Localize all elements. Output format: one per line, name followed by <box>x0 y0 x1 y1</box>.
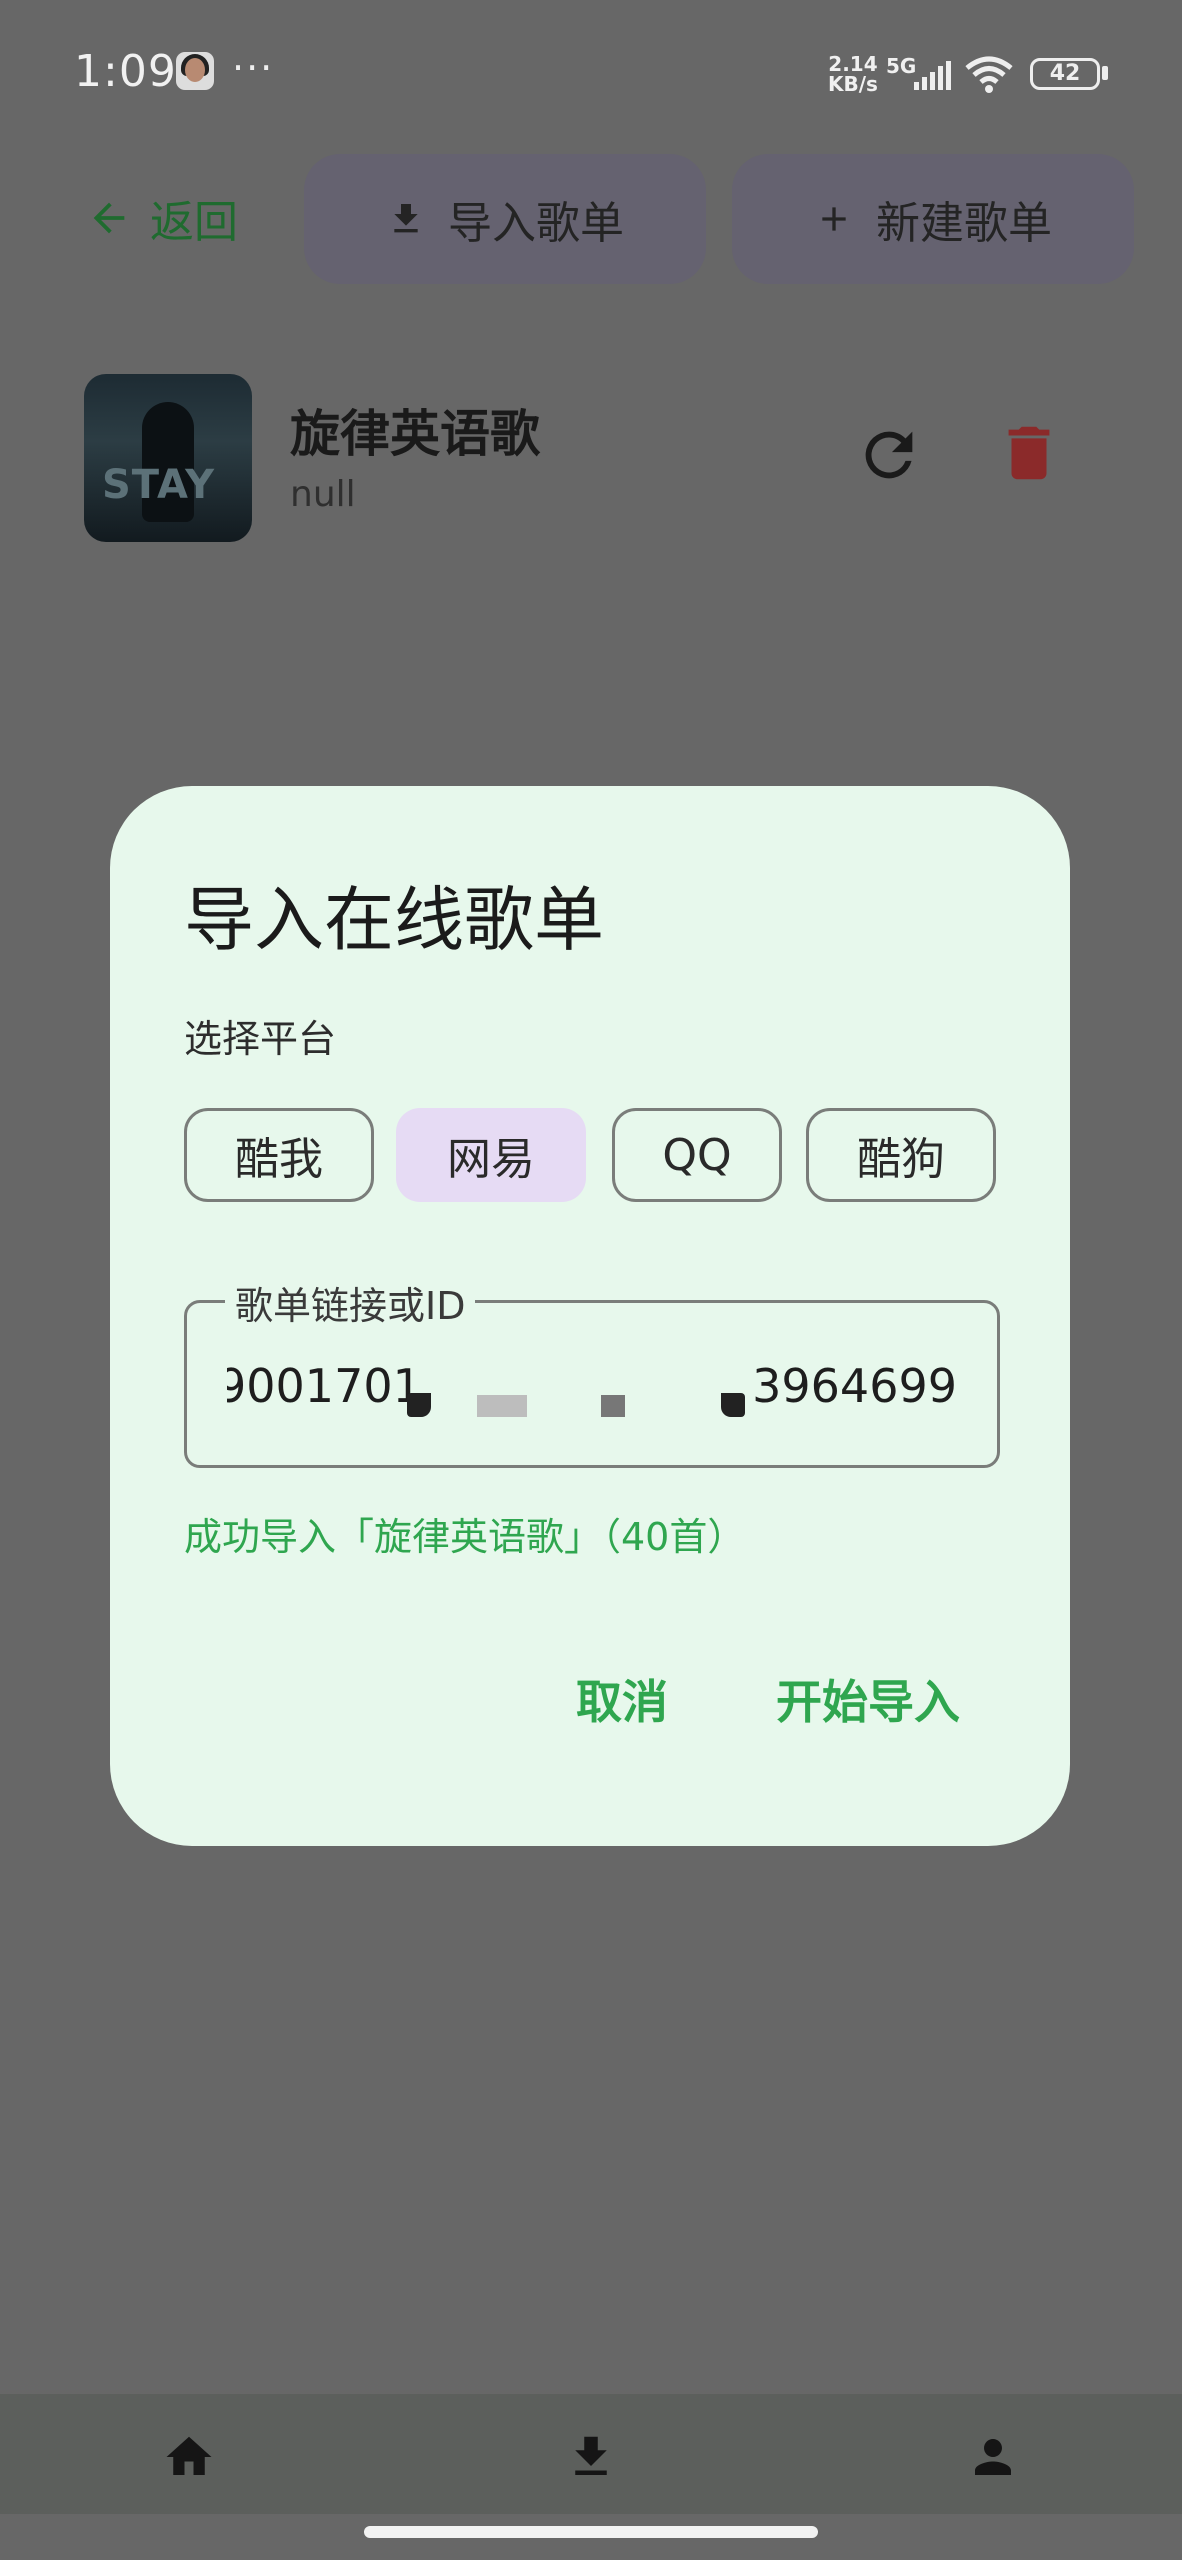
bottom-nav <box>0 2394 1182 2514</box>
redaction-mark <box>477 1395 527 1417</box>
delete-icon[interactable] <box>994 418 1064 488</box>
playlist-title: 旋律英语歌 <box>290 405 540 463</box>
home-icon[interactable] <box>162 2430 216 2484</box>
success-message: 成功导入「旋律英语歌」（40首） <box>184 1515 746 1559</box>
playlist-subtitle: null <box>290 474 356 515</box>
playlist-cover: STAY <box>84 374 252 542</box>
playlist-link-label: 歌单链接或ID <box>225 1275 476 1330</box>
status-time: 1:09 <box>74 46 177 97</box>
platform-chip-netease[interactable]: 网易 <box>396 1108 586 1202</box>
status-bar: 1:09 ··· 2.14 KB/s 5G 42 <box>0 0 1182 150</box>
home-indicator[interactable] <box>364 2526 818 2538</box>
redaction-mark <box>407 1393 431 1417</box>
back-label: 返回 <box>150 197 238 248</box>
signal-icon <box>914 61 951 90</box>
playlist-link-field[interactable]: 歌单链接或ID 9001701 3964699 <box>184 1275 1000 1468</box>
playlist-link-start: 9001701 <box>227 1359 422 1413</box>
redaction-mark <box>601 1395 625 1417</box>
platform-chip-kuwo[interactable]: 酷我 <box>184 1108 374 1202</box>
import-playlist-label: 导入歌单 <box>448 198 624 249</box>
import-playlist-button[interactable]: 导入歌单 <box>304 154 706 284</box>
redaction-mark <box>721 1393 745 1417</box>
download-icon[interactable] <box>564 2430 618 2484</box>
playlist-link-end: 3964699 <box>752 1359 957 1413</box>
battery-tip <box>1102 66 1108 80</box>
playlist-row[interactable]: STAY 旋律英语歌 null <box>84 374 1124 544</box>
cancel-button[interactable]: 取消 <box>576 1666 668 1732</box>
new-playlist-button[interactable]: 新建歌单 <box>732 154 1134 284</box>
notification-app-icon <box>176 52 214 90</box>
cover-text: STAY <box>102 462 216 508</box>
wifi-icon <box>965 56 1013 93</box>
download-icon <box>394 204 418 233</box>
start-import-button[interactable]: 开始导入 <box>776 1666 960 1732</box>
net-speed: 2.14 KB/s <box>828 54 878 94</box>
new-playlist-label: 新建歌单 <box>876 198 1052 249</box>
dialog-title: 导入在线歌单 <box>184 879 604 961</box>
plus-icon <box>822 207 846 231</box>
arrow-left-icon <box>93 202 125 234</box>
more-notifications-icon: ··· <box>232 46 275 90</box>
platform-label: 选择平台 <box>184 1017 337 1061</box>
person-icon[interactable] <box>966 2430 1020 2484</box>
platform-chip-qq[interactable]: QQ <box>612 1108 782 1202</box>
battery-icon: 42 <box>1030 58 1100 90</box>
net-speed-value: 2.14 <box>828 52 878 76</box>
playlist-link-value[interactable]: 9001701 3964699 <box>227 1359 957 1419</box>
refresh-icon[interactable] <box>854 420 924 490</box>
back-button[interactable]: 返回 <box>86 186 238 250</box>
page: 1:09 ··· 2.14 KB/s 5G 42 返回 导入歌单 新建歌单 ST… <box>0 0 1182 2560</box>
platform-chip-kugou[interactable]: 酷狗 <box>806 1108 996 1202</box>
import-dialog: 导入在线歌单 选择平台 酷我 网易 QQ 酷狗 歌单链接或ID 9001701 … <box>110 786 1070 1846</box>
net-speed-unit: KB/s <box>828 72 878 96</box>
dialog-actions: 取消 开始导入 <box>576 1666 960 1732</box>
